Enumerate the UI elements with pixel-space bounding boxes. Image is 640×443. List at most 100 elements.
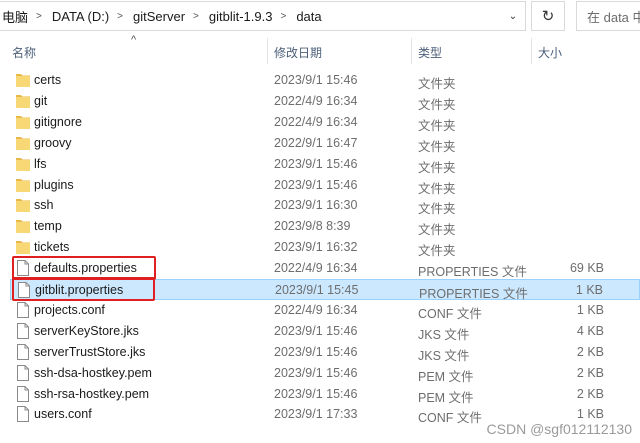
- column-header: ^ 名称 修改日期 类型 大小: [0, 34, 640, 68]
- folder-row[interactable]: tickets 2023/9/1 16:32 文件夹: [10, 237, 640, 258]
- breadcrumb-separator-icon[interactable]: >: [28, 11, 50, 22]
- file-type: 文件夹: [418, 181, 456, 196]
- column-header-size[interactable]: 大小: [538, 44, 562, 61]
- document-icon: [16, 260, 30, 277]
- column-divider[interactable]: [267, 38, 268, 64]
- file-row[interactable]: projects.conf 2022/4/9 16:34 CONF 文件 1 KB: [10, 300, 640, 321]
- folder-icon: [16, 197, 30, 213]
- file-date: 2023/9/1 16:32: [274, 240, 358, 255]
- file-size: 2 KB: [576, 365, 604, 380]
- folder-row[interactable]: gitignore 2022/4/9 16:34 文件夹: [10, 112, 640, 133]
- file-name: gitignore: [34, 114, 82, 129]
- file-date: 2022/4/9 16:34: [274, 302, 358, 317]
- file-name: groovy: [34, 135, 72, 150]
- breadcrumb-gitblit[interactable]: gitblit-1.9.3: [207, 9, 273, 24]
- file-date: 2023/9/8 8:39: [274, 219, 351, 234]
- column-header-date[interactable]: 修改日期: [274, 44, 322, 61]
- folder-icon: [16, 72, 30, 88]
- breadcrumb-data[interactable]: data: [294, 9, 321, 24]
- file-name: git: [34, 93, 48, 108]
- file-row[interactable]: gitblit.properties 2023/9/1 15:45 PROPERTI…: [10, 279, 640, 301]
- file-name: lfs: [34, 156, 47, 171]
- folder-row[interactable]: temp 2023/9/8 8:39 文件夹: [10, 216, 640, 237]
- search-input[interactable]: 在 data 中搜: [576, 1, 640, 31]
- file-row[interactable]: serverTrustStore.jks 2023/9/1 15:46 JKS 文件…: [10, 342, 640, 363]
- file-type: 文件夹: [418, 202, 456, 217]
- breadcrumb-separator-icon[interactable]: >: [185, 11, 207, 22]
- file-date: 2023/9/1 15:46: [274, 365, 358, 380]
- file-date: 2022/4/9 16:34: [274, 261, 358, 276]
- column-header-type[interactable]: 类型: [418, 44, 442, 61]
- file-type: CONF 文件: [418, 411, 482, 426]
- file-name: projects.conf: [34, 302, 105, 317]
- column-divider[interactable]: [531, 38, 532, 64]
- file-name: gitblit.properties: [35, 283, 124, 297]
- file-type: 文件夹: [418, 118, 456, 133]
- breadcrumb-gitserver[interactable]: gitServer: [131, 9, 185, 24]
- file-type: 文件夹: [418, 160, 456, 175]
- breadcrumb-this-pc[interactable]: 电脑: [0, 7, 28, 26]
- refresh-icon[interactable]: ↻: [531, 1, 565, 31]
- file-row[interactable]: defaults.properties 2022/4/9 16:34 PROPERT…: [10, 258, 640, 279]
- file-size: 4 KB: [576, 323, 604, 338]
- folder-icon: [16, 177, 30, 193]
- file-name: tickets: [34, 240, 70, 255]
- file-name: ssh: [34, 198, 54, 213]
- file-size: 1 KB: [575, 283, 603, 297]
- address-bar-row: 电脑 > DATA (D:) > gitServer > gitblit-1.9…: [0, 0, 640, 32]
- file-row[interactable]: ssh-rsa-hostkey.pem 2023/9/1 15:46 PEM 文件 2…: [10, 384, 640, 405]
- breadcrumb-separator-icon[interactable]: >: [272, 11, 294, 22]
- file-date: 2023/9/1 15:46: [274, 73, 358, 87]
- file-type: 文件夹: [418, 139, 456, 154]
- file-date: 2023/9/1 15:46: [274, 156, 358, 171]
- document-icon: [16, 364, 30, 381]
- folder-icon: [16, 135, 30, 151]
- file-date: 2023/9/1 16:30: [274, 198, 358, 213]
- breadcrumb-drive[interactable]: DATA (D:): [50, 9, 109, 24]
- column-divider[interactable]: [411, 38, 412, 64]
- file-type: 文件夹: [418, 77, 456, 91]
- file-date: 2023/9/1 15:46: [274, 386, 358, 401]
- file-size: 69 KB: [569, 261, 604, 276]
- file-date: 2023/9/1 15:46: [274, 177, 358, 192]
- folder-row[interactable]: plugins 2023/9/1 15:46 文件夹: [10, 175, 640, 196]
- document-icon: [16, 343, 30, 360]
- address-bar[interactable]: 电脑 > DATA (D:) > gitServer > gitblit-1.9…: [0, 1, 526, 31]
- address-dropdown-icon[interactable]: ⌄: [501, 2, 525, 30]
- watermark: CSDN @sgf012112130: [486, 421, 632, 437]
- file-date: 2022/9/1 16:47: [274, 135, 358, 150]
- file-date: 2023/9/1 15:46: [274, 344, 358, 359]
- folder-row[interactable]: lfs 2023/9/1 15:46 文件夹: [10, 154, 640, 175]
- folder-icon: [16, 156, 30, 172]
- file-name: certs: [34, 73, 62, 87]
- folder-row[interactable]: certs 2023/9/1 15:46 文件夹: [10, 70, 640, 91]
- folder-row[interactable]: git 2022/4/9 16:34 文件夹: [10, 91, 640, 112]
- file-name: temp: [34, 219, 62, 234]
- file-type: JKS 文件: [418, 348, 470, 363]
- file-row[interactable]: serverKeyStore.jks 2023/9/1 15:46 JKS 文件 4 …: [10, 321, 640, 342]
- file-type: 文件夹: [418, 223, 456, 238]
- document-icon: [16, 406, 30, 423]
- folder-row[interactable]: groovy 2022/9/1 16:47 文件夹: [10, 133, 640, 154]
- file-row[interactable]: ssh-dsa-hostkey.pem 2023/9/1 15:46 PEM 文件 2…: [10, 363, 640, 384]
- document-icon: [16, 322, 30, 339]
- file-type: 文件夹: [418, 244, 456, 259]
- file-type: PEM 文件: [418, 369, 474, 384]
- folder-icon: [16, 239, 30, 255]
- file-date: 2023/9/1 17:33: [274, 407, 358, 422]
- file-date: 2022/4/9 16:34: [274, 93, 358, 108]
- document-icon: [16, 385, 30, 402]
- file-type: JKS 文件: [418, 327, 470, 342]
- file-type: 文件夹: [418, 97, 456, 112]
- file-name: plugins: [34, 177, 74, 192]
- folder-icon: [16, 218, 30, 234]
- document-icon: [17, 282, 31, 298]
- file-size: 2 KB: [576, 344, 604, 359]
- folder-icon: [16, 93, 30, 109]
- column-header-name[interactable]: 名称: [12, 44, 36, 61]
- folder-row[interactable]: ssh 2023/9/1 16:30 文件夹: [10, 195, 640, 216]
- file-size: 1 KB: [576, 302, 604, 317]
- folder-icon: [16, 114, 30, 130]
- breadcrumb-separator-icon[interactable]: >: [109, 11, 131, 22]
- document-icon: [16, 301, 30, 318]
